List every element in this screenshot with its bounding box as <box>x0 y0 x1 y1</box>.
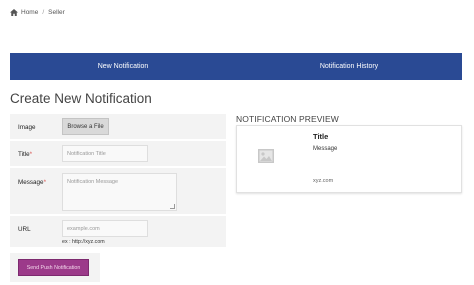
url-hint: ex : http://xyz.com <box>62 239 105 245</box>
required-mark: * <box>43 179 47 186</box>
breadcrumb-current: Seller <box>48 9 65 16</box>
preview-message: Message <box>313 146 338 152</box>
title-row: Title* Notification Title <box>10 141 226 166</box>
send-push-notification-button[interactable]: Send Push Notification <box>18 259 89 276</box>
resize-handle-icon[interactable] <box>170 204 175 209</box>
tab-bar: New Notification Notification History <box>10 53 462 80</box>
url-label: URL <box>18 226 31 233</box>
submit-row: Send Push Notification <box>10 253 100 282</box>
page-title: Create New Notification <box>10 91 152 106</box>
breadcrumb-home-link[interactable]: Home <box>21 9 38 16</box>
home-icon <box>10 9 18 16</box>
breadcrumb-separator: / <box>42 9 45 16</box>
required-mark: * <box>29 151 33 158</box>
title-placeholder: Notification Title <box>67 150 106 157</box>
notification-preview-card: Title Message xyz.com <box>236 125 462 193</box>
preview-url: xyz.com <box>313 178 334 184</box>
tab-new-notification[interactable]: New Notification <box>10 53 236 80</box>
url-input[interactable]: example.com <box>62 220 148 237</box>
image-placeholder-icon <box>258 149 274 163</box>
message-label-text: Message <box>18 179 44 186</box>
browse-file-button[interactable]: Browse a File <box>62 118 109 135</box>
url-placeholder: example.com <box>67 225 100 232</box>
url-row: URL example.com ex : http://xyz.com <box>10 216 226 247</box>
title-input[interactable]: Notification Title <box>62 145 148 162</box>
message-placeholder: Notification Message <box>67 179 119 185</box>
message-textarea[interactable]: Notification Message <box>62 173 177 211</box>
image-label: Image <box>18 124 36 131</box>
image-row: Image Browse a File <box>10 114 226 139</box>
message-label: Message* <box>18 179 46 186</box>
preview-title: Title <box>313 132 329 141</box>
breadcrumb: Home / Seller <box>10 9 65 16</box>
tab-notification-history[interactable]: Notification History <box>236 53 462 80</box>
title-label-text: Title <box>18 151 30 158</box>
preview-heading: NOTIFICATION PREVIEW <box>236 114 339 124</box>
title-label: Title* <box>18 151 32 158</box>
message-row: Message* Notification Message <box>10 168 226 214</box>
